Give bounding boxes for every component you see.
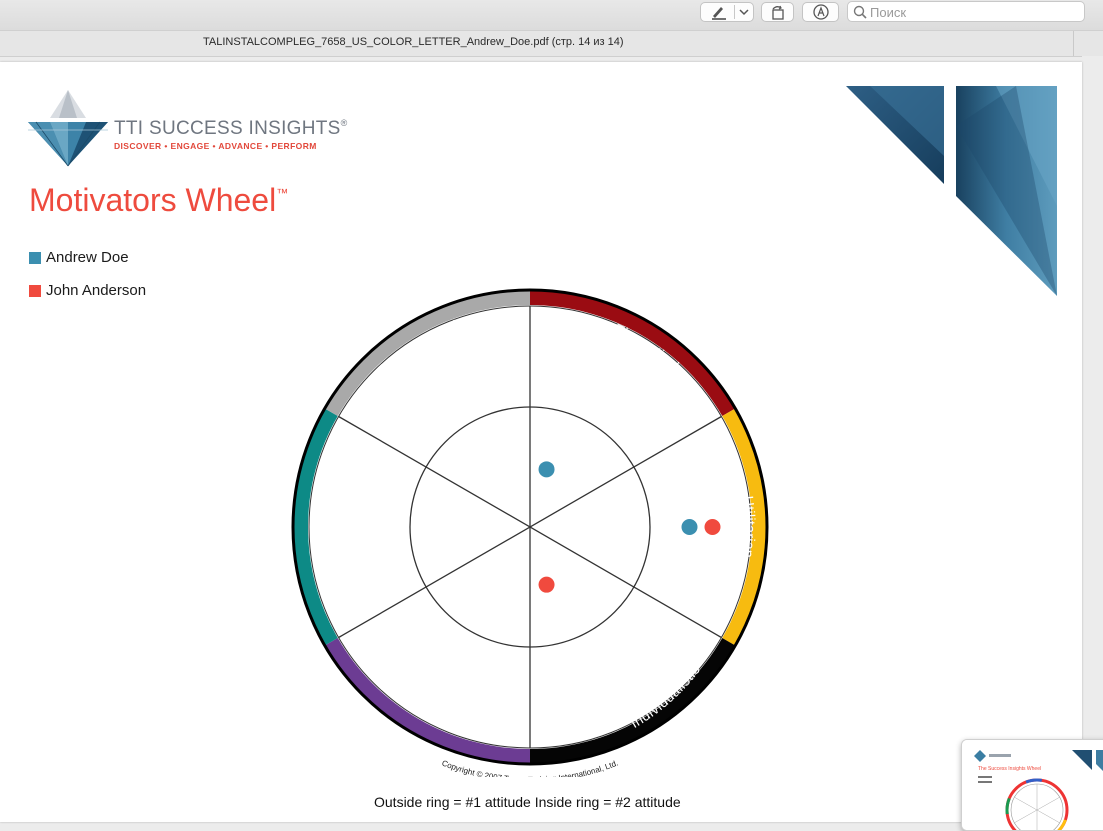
search-field[interactable]: Поиск [847,1,1085,22]
marker-andrew-doe-inside [538,461,555,478]
motivators-wheel: Theoretical Utilitarian Individualistic … [291,288,769,777]
legend-swatch-john [29,285,41,297]
brand-block: TTI SUCCESS INSIGHTS® DISCOVER • ENGAGE … [114,118,348,151]
annotate-button[interactable] [802,2,839,22]
search-placeholder: Поиск [870,5,907,20]
brand-name: TTI SUCCESS INSIGHTS [114,118,341,139]
page-thumbnail[interactable]: The Success Insights Wheel [961,739,1103,831]
thumbnail-title: The Success Insights Wheel [978,766,1041,772]
marker-john-anderson-inside [538,576,555,593]
segment-label-utilitarian: Utilitarian [740,495,758,559]
markup-button[interactable] [700,2,754,22]
rotate-button[interactable] [761,2,794,22]
legend-label-john: John Anderson [46,282,147,299]
annotate-icon [813,4,829,20]
search-icon [853,5,867,19]
tti-logo-icon [28,90,108,167]
chevron-down-icon[interactable] [739,7,749,17]
wheel-caption: Outside ring = #1 attitude Inside ring =… [374,794,681,810]
heading-text: Motivators Wheel [29,182,277,218]
pen-icon [712,7,726,20]
legend-label-andrew: Andrew Doe [46,249,129,266]
sidebar-gutter [1082,56,1103,812]
legend-swatch-andrew [29,252,41,264]
marker-john-anderson-outside [704,519,721,535]
rotate-icon [772,5,784,20]
toolbar: Поиск [0,0,1103,30]
brand-registered-mark: ® [340,118,348,128]
decorative-corner-graphic [846,86,1057,296]
segment-label-social: Social [308,506,325,547]
document-titlebar: TALINSTALCOMPLEG_7658_US_COLOR_LETTER_An… [0,30,1103,57]
marker-andrew-doe-outside [681,519,698,535]
brand-tagline: DISCOVER • ENGAGE • ADVANCE • PERFORM [114,141,317,151]
trademark-mark: ™ [276,186,289,200]
page-heading: Motivators Wheel™ [29,182,288,219]
document-title: TALINSTALCOMPLEG_7658_US_COLOR_LETTER_An… [203,36,624,48]
thumbnail-preview: The Success Insights Wheel [962,740,1103,830]
